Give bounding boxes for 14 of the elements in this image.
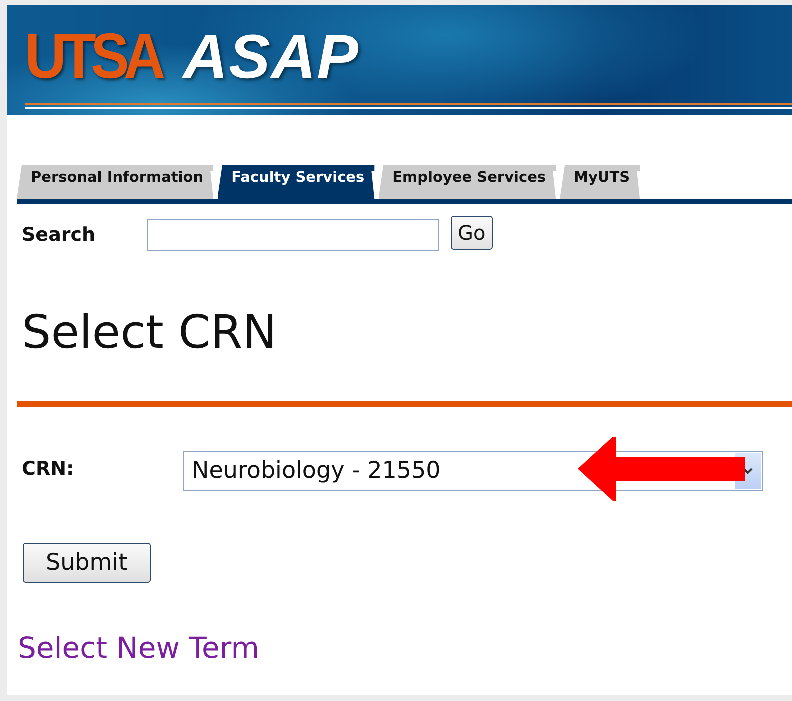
page-heading: Select CRN [21,304,278,361]
go-button[interactable]: Go [451,216,493,250]
search-field[interactable] [147,219,439,251]
select-new-term-link[interactable]: Select New Term [18,631,260,665]
crn-label: CRN: [22,458,76,480]
logo-mark: UTSA [25,21,160,91]
search-label: Search [22,224,97,246]
nav-tab[interactable]: Employee Services [378,165,556,199]
nav-tab[interactable]: Faculty Services [218,165,375,199]
submit-button[interactable]: Submit [23,543,151,583]
nav-tab[interactable]: Personal Information [17,165,214,199]
chevron-down-icon [743,468,753,474]
nav-tab[interactable]: MyUTS [560,165,640,199]
logo-text: ASAP [183,23,360,93]
